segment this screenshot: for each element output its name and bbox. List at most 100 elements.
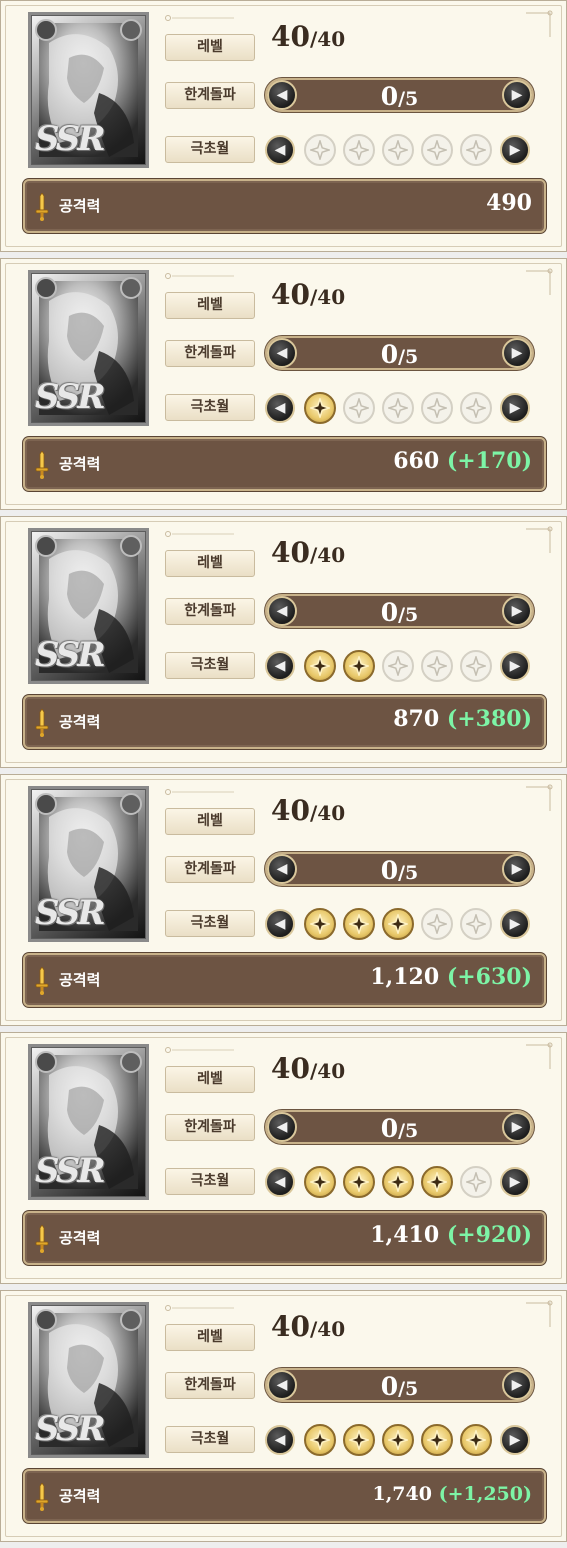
ascension-star-icon <box>304 1424 336 1456</box>
arrow-right-icon[interactable]: ▶ <box>502 80 532 110</box>
element-icon <box>35 793 57 815</box>
rarity-badge: SSR <box>35 377 106 417</box>
ascension-star-icon <box>421 1166 453 1198</box>
ascension-panel: SSR 레벨 40/40 한계돌파 ◀ 0/5 ▶ 극초월 ◀ ▶ 공격력 1,… <box>0 774 567 1026</box>
character-card[interactable]: SSR <box>28 12 149 168</box>
character-face-icon <box>120 19 142 41</box>
limit-break-value: 0/5 <box>380 82 419 111</box>
rarity-badge: SSR <box>35 1409 106 1449</box>
attack-bar: 공격력 1,740 (+1,250) <box>23 1469 546 1523</box>
ascension-label: 극초월 <box>165 1426 255 1453</box>
level-value: 40/40 <box>271 278 346 311</box>
attack-label: 공격력 <box>59 1487 101 1505</box>
character-card[interactable]: SSR <box>28 1044 149 1200</box>
sword-icon <box>35 450 49 479</box>
arrow-right-icon[interactable]: ▶ <box>500 1167 530 1197</box>
limit-break-label: 한계돌파 <box>165 1114 255 1141</box>
limit-break-bar: ◀ 0/5 ▶ <box>265 1110 534 1144</box>
character-face-icon <box>120 1051 142 1073</box>
sword-icon <box>35 1224 49 1253</box>
arrow-right-icon[interactable]: ▶ <box>500 393 530 423</box>
sword-icon <box>35 1482 49 1511</box>
arrow-left-icon[interactable]: ◀ <box>265 909 295 939</box>
limit-break-label: 한계돌파 <box>165 82 255 109</box>
ascension-label: 극초월 <box>165 394 255 421</box>
attack-value: 1,410 (+920) <box>370 1222 532 1248</box>
limit-break-bar: ◀ 0/5 ▶ <box>265 78 534 112</box>
element-icon <box>35 535 57 557</box>
arrow-right-icon[interactable]: ▶ <box>502 854 532 884</box>
ascension-label: 극초월 <box>165 1168 255 1195</box>
character-card[interactable]: SSR <box>28 1302 149 1458</box>
element-icon <box>35 1309 57 1331</box>
ascension-star-icon <box>421 392 453 424</box>
ascension-star-icon <box>304 134 336 166</box>
ascension-star-icon <box>460 1166 492 1198</box>
ascension-star-icon <box>382 1424 414 1456</box>
limit-break-bar: ◀ 0/5 ▶ <box>265 852 534 886</box>
limit-break-value: 0/5 <box>380 598 419 627</box>
arrow-left-icon[interactable]: ◀ <box>265 1167 295 1197</box>
arrow-left-icon[interactable]: ◀ <box>265 1425 295 1455</box>
arrow-right-icon[interactable]: ▶ <box>502 596 532 626</box>
attack-bonus: (+170) <box>446 448 532 474</box>
ascension-label: 극초월 <box>165 136 255 163</box>
attack-label: 공격력 <box>59 713 101 731</box>
character-card[interactable]: SSR <box>28 786 149 942</box>
arrow-left-icon[interactable]: ◀ <box>265 651 295 681</box>
attack-value: 1,120 (+630) <box>370 964 532 990</box>
ornament-icon <box>526 1042 553 1069</box>
level-value: 40/40 <box>271 1310 346 1343</box>
attack-value: 1,740 (+1,250) <box>372 1483 532 1505</box>
rarity-badge: SSR <box>35 635 106 675</box>
attack-label: 공격력 <box>59 455 101 473</box>
arrow-right-icon: ▶ <box>500 1425 530 1455</box>
ascension-stars: ◀ ▶ <box>265 1166 535 1198</box>
ornament-icon <box>165 1305 234 1311</box>
sword-icon <box>35 708 49 737</box>
level-label: 레벨 <box>165 1066 255 1093</box>
arrow-right-icon[interactable]: ▶ <box>500 909 530 939</box>
limit-break-label: 한계돌파 <box>165 340 255 367</box>
attack-bar: 공격력 490 <box>23 179 546 233</box>
attack-label: 공격력 <box>59 197 101 215</box>
ornament-icon <box>526 784 553 811</box>
arrow-left-icon[interactable]: ◀ <box>265 135 295 165</box>
arrow-left-icon[interactable]: ◀ <box>265 393 295 423</box>
character-card[interactable]: SSR <box>28 270 149 426</box>
ascension-star-icon <box>460 908 492 940</box>
character-face-icon <box>120 793 142 815</box>
arrow-right-icon[interactable]: ▶ <box>500 135 530 165</box>
limit-break-bar: ◀ 0/5 ▶ <box>265 594 534 628</box>
ascension-star-icon <box>382 650 414 682</box>
ascension-stars: ◀ ▶ <box>265 908 535 940</box>
character-card[interactable]: SSR <box>28 528 149 684</box>
ascension-stars: ◀ ▶ <box>265 1424 535 1456</box>
ascension-stars: ◀ ▶ <box>265 134 535 166</box>
attack-bonus: (+380) <box>446 706 532 732</box>
level-label: 레벨 <box>165 34 255 61</box>
ornament-icon <box>165 15 234 21</box>
limit-break-label: 한계돌파 <box>165 598 255 625</box>
limit-break-value: 0/5 <box>380 340 419 369</box>
level-value: 40/40 <box>271 536 346 569</box>
attack-bar: 공격력 1,120 (+630) <box>23 953 546 1007</box>
ornament-icon <box>165 531 234 537</box>
limit-break-value: 0/5 <box>380 856 419 885</box>
ornament-icon <box>526 10 553 37</box>
ascension-star-icon <box>460 134 492 166</box>
arrow-right-icon[interactable]: ▶ <box>500 651 530 681</box>
ornament-icon <box>165 1047 234 1053</box>
arrow-right-icon[interactable]: ▶ <box>502 338 532 368</box>
ascension-panel: SSR 레벨 40/40 한계돌파 ◀ 0/5 ▶ 극초월 ◀ ▶ 공격력 49… <box>0 0 567 252</box>
level-value: 40/40 <box>271 794 346 827</box>
character-face-icon <box>120 277 142 299</box>
level-label: 레벨 <box>165 292 255 319</box>
attack-bar: 공격력 870 (+380) <box>23 695 546 749</box>
rarity-badge: SSR <box>35 893 106 933</box>
sword-icon <box>35 966 49 995</box>
level-label: 레벨 <box>165 808 255 835</box>
arrow-right-icon[interactable]: ▶ <box>502 1370 532 1400</box>
ascension-stars: ◀ ▶ <box>265 650 535 682</box>
arrow-right-icon[interactable]: ▶ <box>502 1112 532 1142</box>
